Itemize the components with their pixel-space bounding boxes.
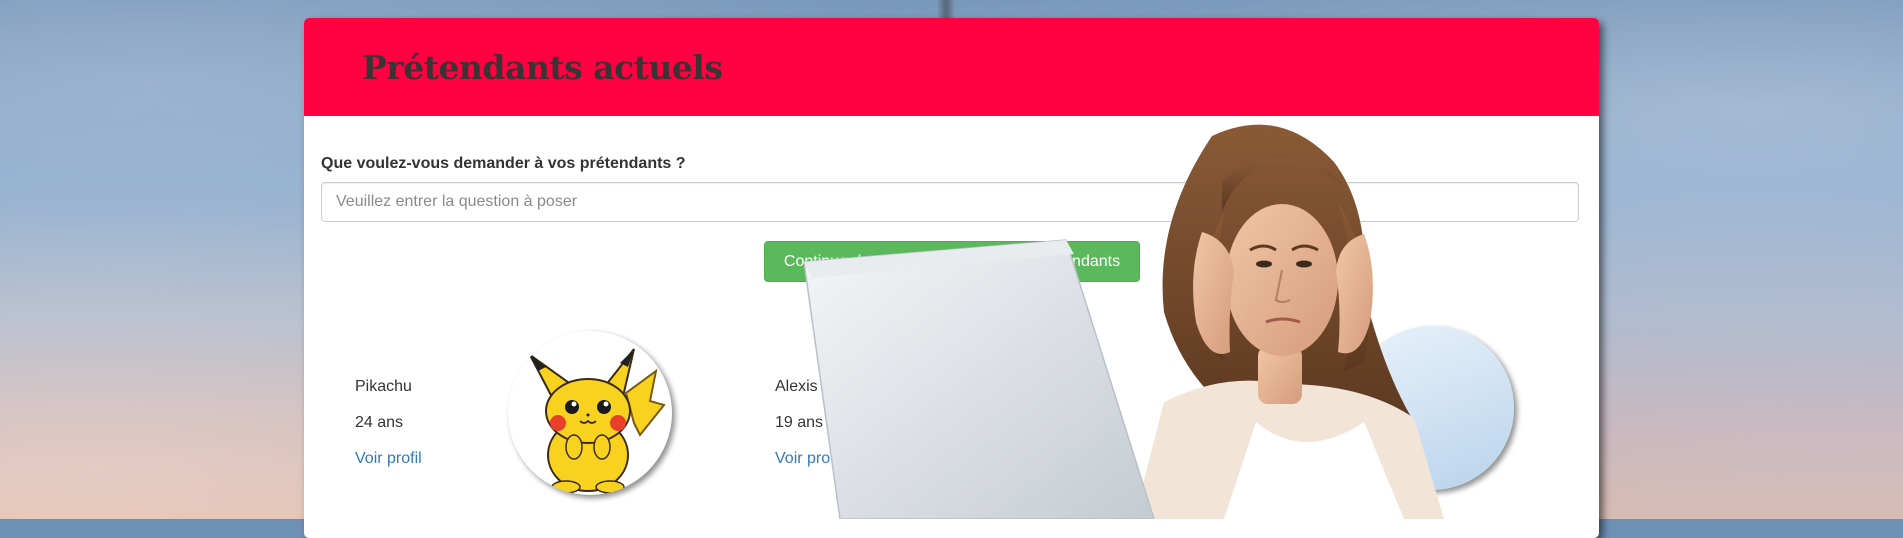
- question-input[interactable]: [321, 182, 1579, 222]
- question-label: Que voulez-vous demander à vos prétendan…: [321, 155, 686, 172]
- suitor-age: 19 ans: [775, 414, 824, 431]
- continue-tournament-button[interactable]: Continuer le tournaments avec ces préten…: [764, 241, 1140, 282]
- pikachu-icon: [529, 348, 666, 494]
- suitor-age: 24 ans: [355, 414, 404, 431]
- view-profile-link[interactable]: Voir pro: [775, 450, 830, 468]
- person-avatar[interactable]: [1350, 326, 1514, 490]
- panel-header: Prétendants actuels: [304, 18, 1599, 116]
- pikachu-avatar[interactable]: [508, 331, 672, 495]
- suitor-name: Alexis: [775, 378, 818, 395]
- page-title: Prétendants actuels: [362, 48, 723, 87]
- view-profile-link[interactable]: Voir profil: [355, 450, 422, 468]
- suitors-panel: Prétendants actuels Que voulez-vous dema…: [304, 18, 1599, 538]
- suitor-name: Pikachu: [355, 378, 412, 395]
